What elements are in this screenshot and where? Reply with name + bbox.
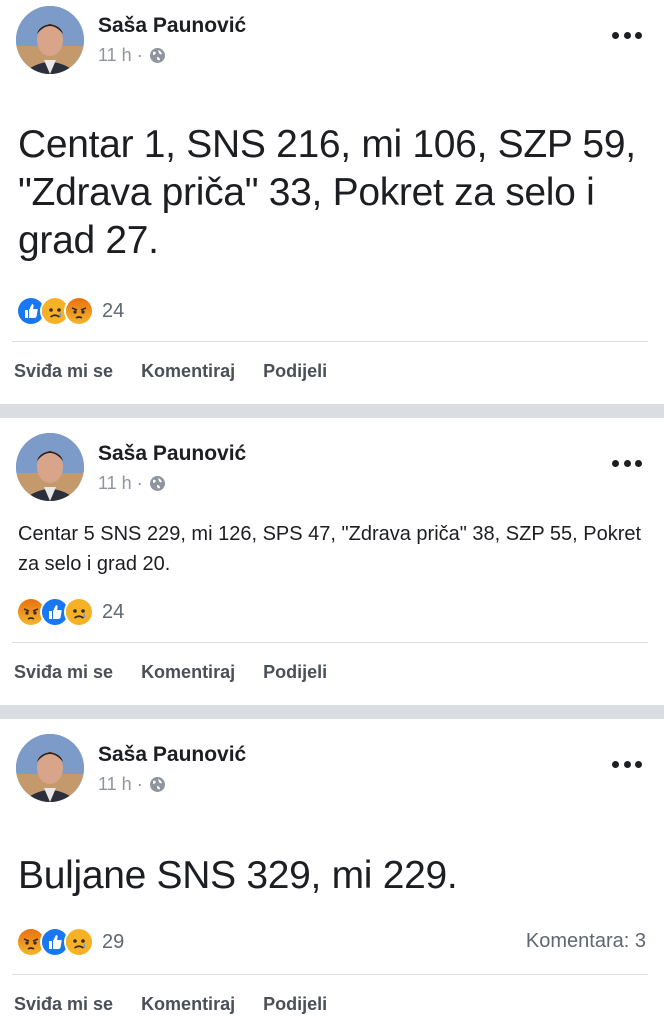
post-meta: 11 h · [98,774,166,795]
reaction-count: 29 [102,930,125,953]
divider [12,974,648,975]
post-separator [0,404,664,418]
divider [12,642,648,643]
reaction-count: 24 [102,600,125,623]
post-author[interactable]: Saša Paunović [98,14,246,38]
avatar[interactable] [16,433,84,501]
post-meta: 11 h · [98,45,166,66]
globe-icon [149,475,166,492]
post-author[interactable]: Saša Paunović [98,743,246,767]
comment-button[interactable]: Komentiraj [141,994,235,1015]
post-time[interactable]: 11 h · [98,45,143,66]
post-text: Centar 1, SNS 216, mi 106, SZP 59, "Zdra… [18,123,636,262]
comments-count-link[interactable]: Komentara: 3 [526,930,646,953]
post-actions: Sviđa mi se Komentiraj Podijeli [14,994,355,1015]
globe-icon [149,776,166,793]
post-1: Saša Paunović 11 h · Centar 1, SNS 216, … [0,0,664,404]
more-options-icon[interactable] [612,30,642,40]
news-feed: Saša Paunović 11 h · Centar 1, SNS 216, … [0,0,664,1024]
post-text: Buljane SNS 329, mi 229. [18,854,458,897]
comment-button[interactable]: Komentiraj [141,662,235,683]
divider [12,341,648,342]
globe-icon [149,47,166,64]
post-separator [0,705,664,719]
reaction-count: 24 [102,299,125,322]
share-button[interactable]: Podijeli [263,662,327,683]
sad-reaction-icon [64,927,94,957]
post-author[interactable]: Saša Paunović [98,442,246,466]
more-options-icon[interactable] [612,759,642,769]
more-options-icon[interactable] [612,458,642,468]
sad-reaction-icon [64,597,94,627]
reactions-summary[interactable]: 24 [16,296,124,326]
post-meta: 11 h · [98,473,166,494]
post-3: Saša Paunović 11 h · Buljane SNS 329, mi… [0,719,664,1024]
like-button[interactable]: Sviđa mi se [14,662,113,683]
post-time[interactable]: 11 h · [98,774,143,795]
post-2: Saša Paunović 11 h · Centar 5 SNS 229, m… [0,418,664,705]
post-text: Centar 5 SNS 229, mi 126, SPS 47, "Zdrav… [18,523,642,575]
angry-reaction-icon [64,296,94,326]
post-time[interactable]: 11 h · [98,473,143,494]
comment-button[interactable]: Komentiraj [141,361,235,382]
like-button[interactable]: Sviđa mi se [14,361,113,382]
reactions-summary[interactable]: 29 [16,927,124,957]
post-actions: Sviđa mi se Komentiraj Podijeli [14,662,355,683]
avatar[interactable] [16,734,84,802]
like-button[interactable]: Sviđa mi se [14,994,113,1015]
reactions-summary[interactable]: 24 [16,597,124,627]
share-button[interactable]: Podijeli [263,361,327,382]
post-actions: Sviđa mi se Komentiraj Podijeli [14,361,355,382]
share-button[interactable]: Podijeli [263,994,327,1015]
avatar[interactable] [16,6,84,74]
